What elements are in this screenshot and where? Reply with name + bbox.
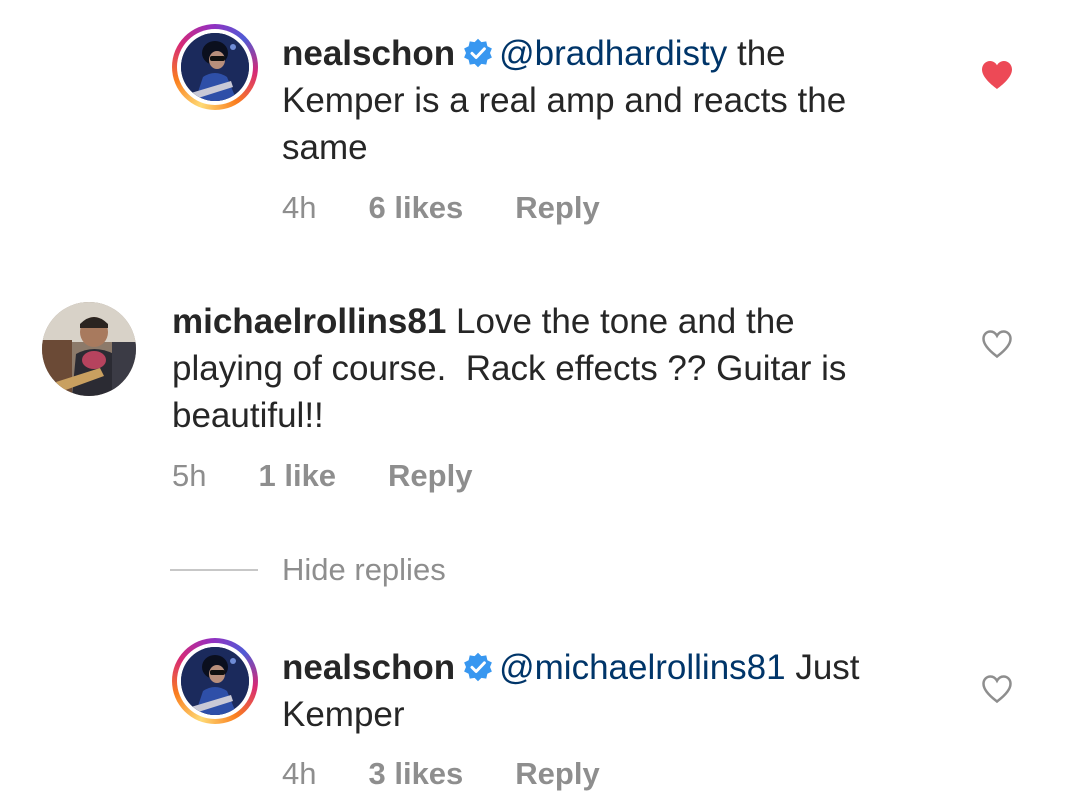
comment-body-line3: same [282,128,368,167]
comment-text: nealschon @bradhardisty the Kemper is a r… [282,30,982,171]
hide-replies-toggle[interactable]: Hide replies [170,548,446,592]
comment-text: nealschon @michaelrollins81 Just Kemper [282,644,982,738]
mention-link[interactable]: @michaelrollins81 [499,648,785,687]
comment-username[interactable]: nealschon [282,648,455,687]
comment-meta: 4h 3 likes Reply [282,754,600,794]
comment-timestamp: 4h [282,190,317,225]
likes-count[interactable]: 3 likes [368,754,463,794]
comment-text: michaelrollins81 Love the tone and the p… [172,298,992,439]
comment-username[interactable]: nealschon [282,34,455,73]
avatar-nealschon-2[interactable] [172,638,258,724]
comment-body-line1: Just [785,648,860,687]
comment-meta: 5h 1 like Reply [172,456,472,496]
likes-count[interactable]: 1 like [258,456,336,496]
comment-body-line2: Kemper [282,695,405,734]
comments-panel: nealschon @bradhardisty the Kemper is a r… [0,0,1071,800]
comment-body-line2: Kemper is a real amp and reacts the [282,81,847,120]
likes-count[interactable]: 6 likes [368,188,463,228]
divider [170,569,258,571]
verified-badge-icon [464,652,492,682]
comment-body-line3: beautiful!! [172,396,324,435]
comment-timestamp: 4h [282,756,317,791]
mention-link[interactable]: @bradhardisty [499,34,727,73]
profile-photo [181,647,249,715]
reply-button[interactable]: Reply [515,754,599,794]
avatar-nealschon-1[interactable] [172,24,258,110]
verified-badge-icon [464,38,492,68]
heart-outline-icon[interactable] [980,328,1014,360]
profile-photo [181,33,249,101]
comment-timestamp: 5h [172,458,207,493]
profile-photo [42,302,136,396]
reply-button[interactable]: Reply [388,456,472,496]
reply-button[interactable]: Reply [515,188,599,228]
comment-body-line1: the [727,34,786,73]
comment-body-line1: Love the tone and the [446,302,795,341]
heart-outline-icon[interactable] [980,673,1014,705]
comment-body-line2: playing of course. Rack effects ?? Guita… [172,349,847,388]
hide-replies-label: Hide replies [282,552,446,587]
comment-username[interactable]: michaelrollins81 [172,302,446,341]
comment-meta: 4h 6 likes Reply [282,188,600,228]
avatar-michaelrollins81[interactable] [42,302,136,396]
heart-filled-icon[interactable] [980,59,1014,91]
